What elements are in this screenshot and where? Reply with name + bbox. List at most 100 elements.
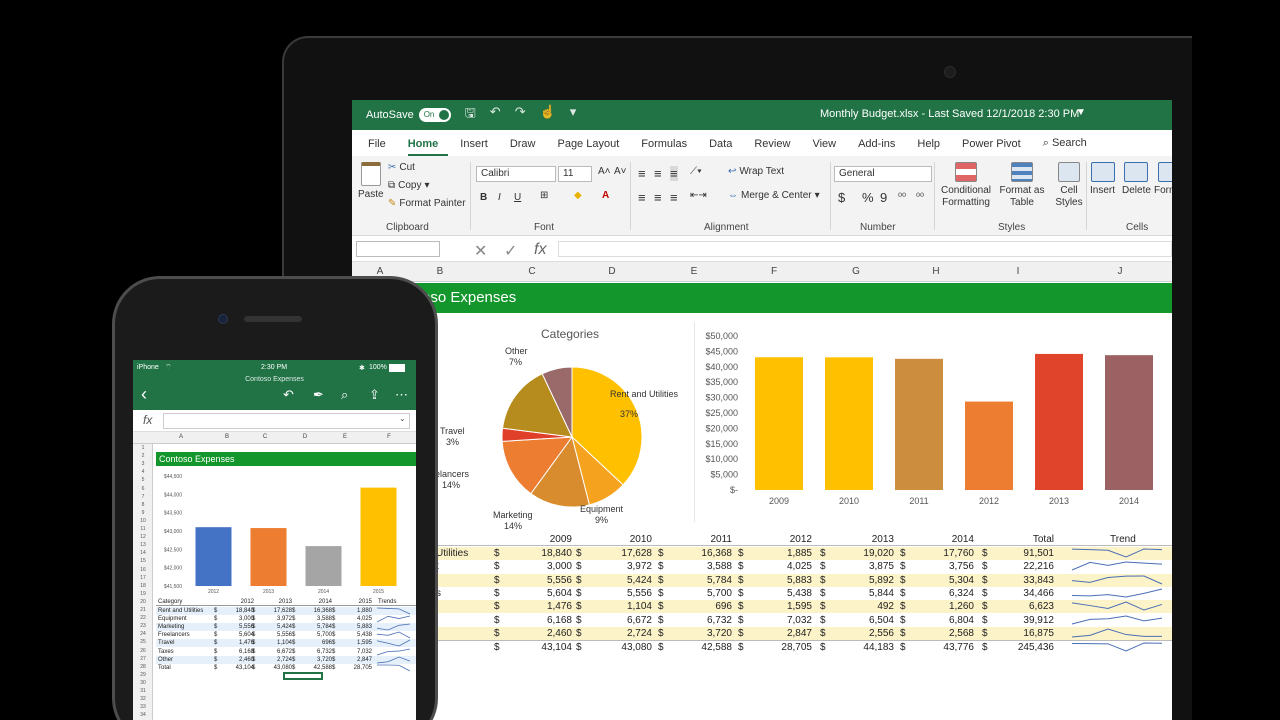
tab-data[interactable]: Data <box>709 138 742 156</box>
table-cell[interactable]: 17,628 <box>621 547 652 560</box>
phone-worksheet[interactable]: 1 2 3 4 5 6 7 8 9 10 11 12 13 14 15 16 17 18 19 20 21 22 23 24 2… <box>133 444 416 720</box>
tab-add-ins[interactable]: Add-ins <box>858 138 905 156</box>
phone-column-header[interactable]: B <box>225 434 229 440</box>
table-cell[interactable]: 5,700 <box>317 631 332 639</box>
table-cell[interactable]: 28,705 <box>354 664 372 672</box>
number-format-select[interactable]: General <box>834 166 932 182</box>
align-bottom-icon[interactable]: ≡ <box>670 166 678 181</box>
table-cell[interactable]: 17,760 <box>943 547 974 560</box>
table-cell[interactable]: 7,032 <box>357 648 372 656</box>
table-cell[interactable]: 1,595 <box>357 639 372 647</box>
row-number[interactable]: 11 <box>133 526 153 532</box>
table-cell[interactable]: 245,436 <box>1018 641 1054 654</box>
table-cell[interactable]: 5,304 <box>949 574 974 587</box>
table-row[interactable]: $2,460 $2,724 $3,720 $2,847 $2,556 $2,568 $16,… <box>352 626 1172 640</box>
format-cells-button[interactable]: Form <box>1154 162 1172 196</box>
autosave[interactable]: AutoSave On <box>366 108 451 122</box>
orientation-icon[interactable]: ⟋▾ <box>690 166 702 177</box>
table-cell[interactable]: 5,883 <box>787 574 812 587</box>
cell-styles-button[interactable]: Cell Styles <box>1052 162 1086 209</box>
save-icon[interactable]: 🖫 <box>465 104 476 126</box>
bar-chart[interactable]: $50,000 $45,000 $40,000 $35,000 $30,000 $25,0… <box>700 322 1172 532</box>
table-cell[interactable]: 2,847 <box>787 627 812 640</box>
table-cell[interactable]: 5,424 <box>627 574 652 587</box>
table-row[interactable]: $43,104 $43,080 $42,588 $28,705 $44,183 $43,7… <box>352 640 1172 653</box>
table-cell[interactable]: 6,732 <box>707 614 732 627</box>
draw-pen-icon[interactable]: ✒ <box>313 387 324 403</box>
table-cell[interactable]: 5,883 <box>357 623 372 631</box>
row-number[interactable]: 12 <box>133 534 153 540</box>
table-cell[interactable]: 1,104 <box>277 639 292 647</box>
phone-table-row[interactable]: Freelancers $5,604 $5,556 $5,700 $5,438 <box>156 631 416 639</box>
formula-input[interactable] <box>558 241 1172 257</box>
table-cell[interactable]: 5,784 <box>707 574 732 587</box>
table-cell[interactable]: 3,588 <box>317 615 332 623</box>
column-header[interactable]: J <box>1118 266 1123 277</box>
table-cell[interactable]: 2,568 <box>949 627 974 640</box>
row-number[interactable]: 16 <box>133 567 153 573</box>
column-header[interactable]: F <box>771 266 777 277</box>
table-row[interactable]: s $5,604 $5,556 $5,700 $5,438 $5,844 $6,324 $34… <box>352 587 1172 600</box>
table-cell[interactable]: 1,260 <box>949 600 974 613</box>
row-number[interactable]: 30 <box>133 680 153 686</box>
conditional-formatting-button[interactable]: Conditional Formatting <box>938 162 994 209</box>
table-cell[interactable]: 6,623 <box>1029 600 1054 613</box>
table-cell[interactable]: 4,025 <box>357 615 372 623</box>
table-row[interactable]: $1,476 $1,104 $696 $1,595 $492 $1,260 $6,623 <box>352 600 1172 614</box>
row-number[interactable]: 8 <box>133 502 153 508</box>
table-row[interactable]: Utilities $18,840 $17,628 $16,368 $1,885 $19,… <box>352 547 1172 560</box>
table-cell[interactable]: 28,705 <box>781 641 812 654</box>
table-row[interactable]: $6,168 $6,672 $6,732 $7,032 $6,504 $6,804 $39,… <box>352 614 1172 627</box>
table-cell[interactable]: 6,504 <box>869 614 894 627</box>
insert-function-button[interactable]: fx <box>534 241 546 259</box>
table-cell[interactable]: 2,724 <box>277 656 292 664</box>
underline-button[interactable]: U <box>514 192 521 203</box>
table-cell[interactable]: 5,700 <box>707 587 732 600</box>
phone-table-row[interactable]: Travel $1,476 $1,104 $696 $1,595 <box>156 639 416 648</box>
table-cell[interactable]: 4,025 <box>787 560 812 573</box>
currency-button[interactable]: $ <box>838 190 845 205</box>
borders-icon[interactable]: ⊞ <box>540 190 548 201</box>
phone-table-row[interactable]: Equipment $3,000 $3,972 $3,588 $4,025 <box>156 615 416 623</box>
table-cell[interactable]: 5,892 <box>869 574 894 587</box>
table-cell[interactable]: 19,020 <box>863 547 894 560</box>
phone-column-header[interactable]: E <box>343 434 347 440</box>
phone-table-row[interactable]: Rent and Utilities $18,840 $17,628 $16,368 $… <box>156 607 416 615</box>
bold-button[interactable]: B <box>480 192 487 203</box>
cancel-icon[interactable]: ✕ <box>474 241 487 261</box>
table-cell[interactable]: 5,604 <box>547 587 572 600</box>
delete-cells-button[interactable]: Delete <box>1122 162 1151 196</box>
table-cell[interactable]: 33,843 <box>1023 574 1054 587</box>
table-cell[interactable]: 3,875 <box>869 560 894 573</box>
phone-table-row[interactable]: Total $43,104 $43,080 $42,588 $28,705 <box>156 664 416 672</box>
phone-table-row[interactable]: Marketing $5,556 $5,424 $5,784 $5,883 <box>156 623 416 632</box>
row-number[interactable]: 17 <box>133 575 153 581</box>
font-size-select[interactable]: 11 <box>558 166 592 182</box>
row-number[interactable]: 15 <box>133 558 153 564</box>
bar[interactable] <box>895 358 943 490</box>
table-row[interactable]: t$3,000$3,972$3,588$4,025$3,875$3,756$22… <box>352 560 1172 573</box>
row-number[interactable]: 1 <box>133 445 153 451</box>
row-number[interactable]: 27 <box>133 656 153 662</box>
row-number[interactable]: 18 <box>133 583 153 589</box>
row-number[interactable]: 13 <box>133 542 153 548</box>
wrap-text-button[interactable]: ↩ Wrap Text <box>728 166 784 177</box>
table-cell[interactable]: 18,840 <box>541 547 572 560</box>
phone-table-row[interactable]: Other $2,460 $2,724 $3,720 $2,847 <box>156 655 416 664</box>
align-center-icon[interactable]: ≡ <box>654 190 662 205</box>
table-cell[interactable]: 44,183 <box>863 641 894 654</box>
tab-power-pivot[interactable]: Power Pivot <box>962 138 1031 156</box>
table-cell[interactable]: 2,847 <box>357 656 372 664</box>
row-number[interactable]: 6 <box>133 486 153 492</box>
table-cell[interactable]: 3,756 <box>949 560 974 573</box>
font-color-icon[interactable]: A <box>602 190 609 201</box>
table-cell[interactable]: 3,972 <box>627 560 652 573</box>
table-cell[interactable]: 3,720 <box>317 656 332 664</box>
table-cell[interactable]: 1,880 <box>357 607 372 615</box>
table-cell[interactable]: 5,556 <box>547 574 572 587</box>
table-cell[interactable]: 16,875 <box>1023 627 1054 640</box>
row-number[interactable]: 23 <box>133 623 153 629</box>
table-cell[interactable]: 16,368 <box>314 607 332 615</box>
chevron-down-icon[interactable]: ⌄ <box>399 414 406 423</box>
row-number[interactable]: 26 <box>133 648 153 654</box>
